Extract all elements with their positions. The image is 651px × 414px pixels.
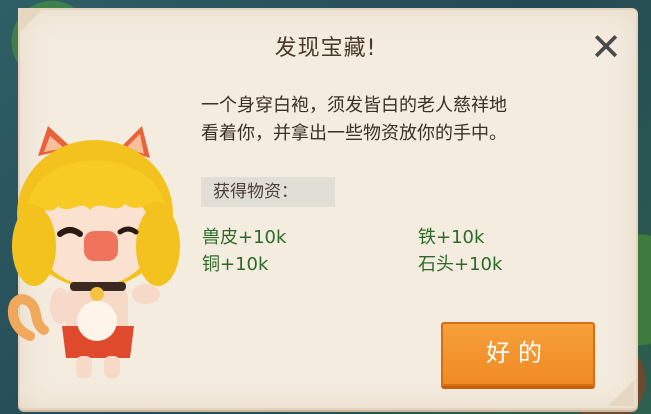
dialog-description: 一个身穿白袍，须发皆白的老人慈祥地 看着你，并拿出一些物资放你的手中。 — [201, 92, 591, 148]
reward-item: 石头+10k — [418, 254, 503, 275]
description-line: 看着你，并拿出一些物资放你的手中。 — [201, 123, 507, 144]
dialog-title: 发现宝藏! — [274, 36, 377, 61]
reward-item: 兽皮+10k — [202, 227, 287, 248]
ok-button[interactable]: 好的 — [441, 322, 595, 386]
rewards-section-label: 获得物资： — [201, 177, 335, 207]
reward-item: 铜+10k — [202, 254, 269, 275]
description-line: 一个身穿白袍，须发皆白的老人慈祥地 — [201, 95, 507, 116]
close-icon: ✕ — [590, 25, 622, 69]
panel-corner-fold — [608, 380, 634, 406]
reward-item: 铁+10k — [418, 227, 485, 248]
close-button[interactable]: ✕ — [584, 28, 628, 66]
cat-character-icon — [7, 126, 180, 378]
